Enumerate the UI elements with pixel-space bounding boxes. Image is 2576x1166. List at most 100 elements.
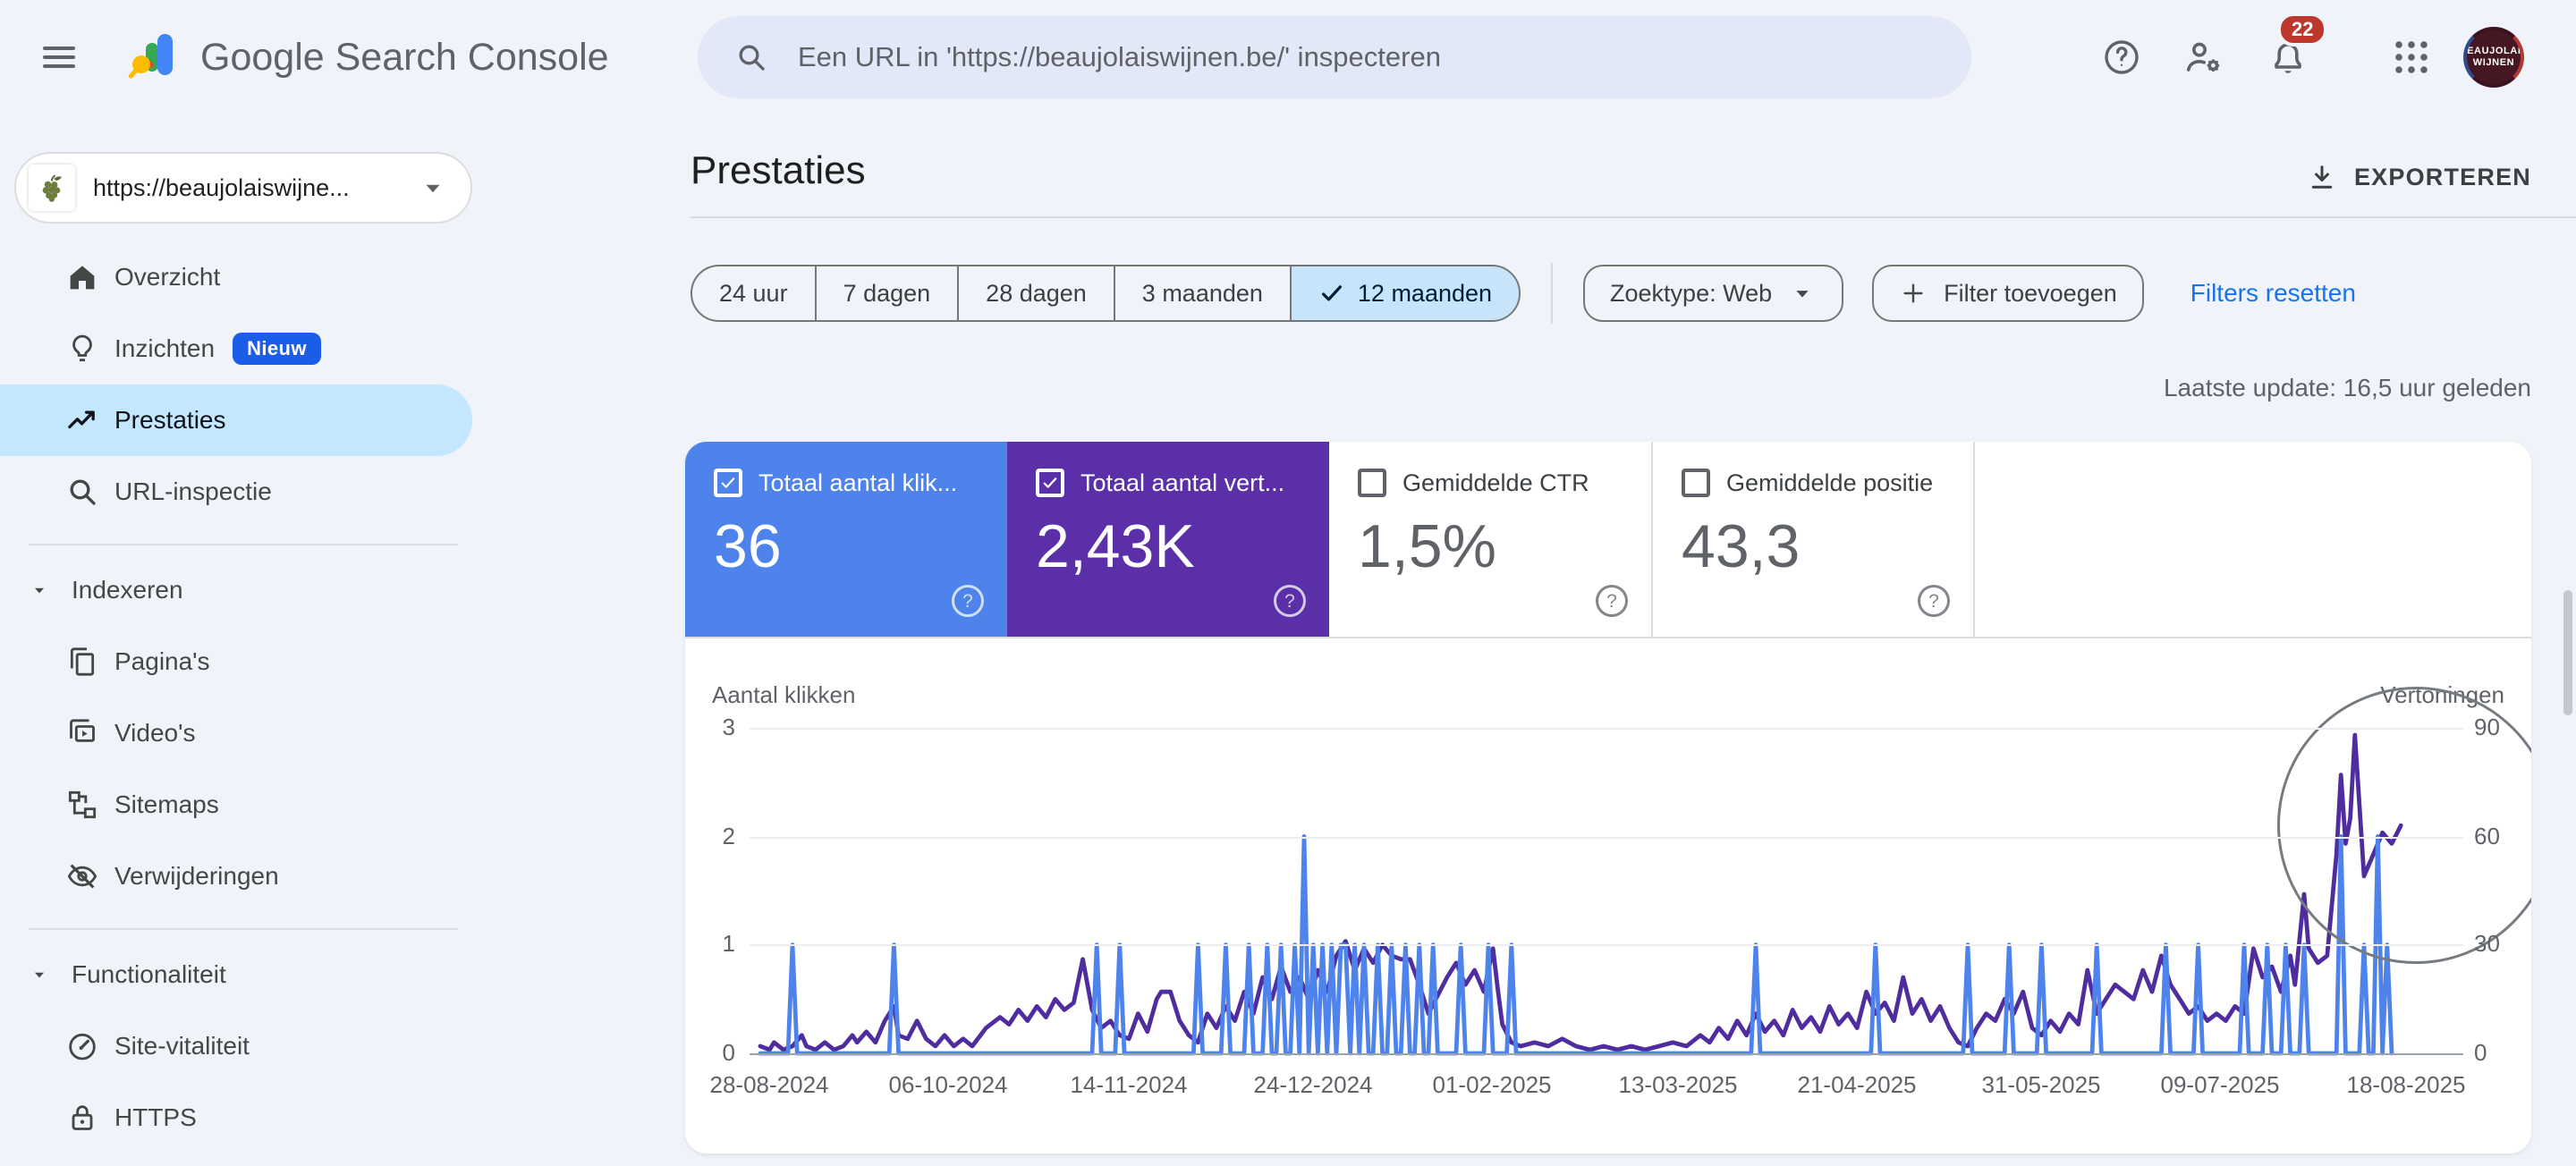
- notification-count-badge[interactable]: 22: [2277, 13, 2327, 46]
- right-axis-tick: 30: [2474, 930, 2500, 958]
- sidebar-item-pagina-s[interactable]: Pagina's: [0, 626, 487, 697]
- sidebar-item-url-inspectie[interactable]: URL-inspectie: [0, 456, 487, 528]
- page-title: Prestaties: [691, 148, 866, 193]
- sidebar-section-indexeren[interactable]: Indexeren: [0, 554, 487, 626]
- x-axis-tick: 01-02-2025: [1411, 1071, 1572, 1099]
- left-axis-tick: 2: [685, 823, 735, 850]
- date-range-3-maanden[interactable]: 3 maanden: [1114, 266, 1290, 320]
- date-range-24-uur[interactable]: 24 uur: [692, 266, 815, 320]
- x-axis-tick: 28-08-2024: [689, 1071, 850, 1099]
- metric-value: 36: [714, 511, 979, 581]
- chevron-down-icon: [1788, 279, 1817, 308]
- checked-checkbox[interactable]: [1036, 469, 1064, 497]
- gauge-icon: [64, 1028, 100, 1064]
- filter-separator: [1551, 263, 1553, 324]
- sidebar-item-site-vitaliteit[interactable]: Site-vitaliteit: [0, 1010, 487, 1082]
- metric-label: Totaal aantal klik...: [758, 469, 957, 497]
- cards-row-filler: [1973, 442, 2531, 637]
- lightbulb-icon: [64, 331, 100, 367]
- export-button[interactable]: EXPORTEREN: [2306, 161, 2531, 193]
- sidebar-divider: [29, 544, 458, 545]
- metric-label: Gemiddelde CTR: [1402, 469, 1589, 497]
- search-placeholder: Een URL in 'https://beaujolaiswijnen.be/…: [798, 41, 1441, 73]
- help-icon[interactable]: [2100, 36, 2143, 79]
- gridline: [750, 837, 2463, 839]
- left-axis-tick: 0: [685, 1039, 735, 1067]
- chevron-down-icon: [29, 964, 50, 985]
- sidebar-divider: [29, 928, 458, 930]
- filter-bar: 24 uur7 dagen28 dagen3 maanden12 maanden…: [691, 263, 2356, 324]
- scrollbar-thumb[interactable]: [2563, 590, 2572, 715]
- metric-card-gemiddelde-ctr[interactable]: Gemiddelde CTR 1,5%?: [1329, 442, 1651, 637]
- date-range-28-dagen[interactable]: 28 dagen: [957, 266, 1114, 320]
- search-console-app: Google Search Console Een URL in 'https:…: [0, 0, 2576, 1166]
- add-filter-chip[interactable]: Filter toevoegen: [1872, 265, 2144, 322]
- left-axis-title: Aantal klikken: [712, 681, 855, 709]
- metric-cards-row: Totaal aantal klik...36?Totaal aantal ve…: [685, 442, 2531, 638]
- metric-value: 2,43K: [1036, 511, 1301, 581]
- performance-panel: Totaal aantal klik...36?Totaal aantal ve…: [685, 442, 2531, 1153]
- sidebar-item-video-s[interactable]: Video's: [0, 697, 487, 769]
- chevron-down-icon: [29, 579, 50, 601]
- top-bar: Google Search Console Een URL in 'https:…: [0, 0, 2576, 114]
- date-range-7-dagen[interactable]: 7 dagen: [815, 266, 958, 320]
- x-axis-tick: 18-08-2025: [2326, 1071, 2487, 1099]
- checked-checkbox[interactable]: [714, 469, 742, 497]
- apps-grid-icon[interactable]: [2390, 36, 2433, 79]
- help-icon[interactable]: ?: [952, 585, 984, 617]
- right-axis-tick: 60: [2474, 823, 2500, 850]
- download-icon: [2306, 161, 2338, 193]
- metric-card-totaal-aantal-klik[interactable]: Totaal aantal klik... 36?: [685, 442, 1007, 637]
- lock-icon: [64, 1100, 100, 1136]
- right-axis-tick: 0: [2474, 1039, 2487, 1067]
- x-axis-tick: 21-04-2025: [1776, 1071, 1937, 1099]
- reset-filters-link[interactable]: Filters resetten: [2190, 279, 2356, 308]
- date-range-selector: 24 uur7 dagen28 dagen3 maanden12 maanden: [691, 265, 1521, 322]
- unchecked-checkbox[interactable]: [1358, 469, 1386, 497]
- sidebar-item-verwijderingen[interactable]: Verwijderingen: [0, 841, 487, 912]
- metric-value: 43,3: [1682, 511, 1945, 581]
- grape-favicon: [29, 165, 75, 211]
- x-axis-tick: 06-10-2024: [868, 1071, 1029, 1099]
- user-settings-icon[interactable]: [2182, 36, 2225, 79]
- search-console-logo-icon: [127, 29, 184, 86]
- new-badge: Nieuw: [233, 333, 321, 365]
- sidebar-item-overzicht[interactable]: Overzicht: [0, 241, 487, 313]
- hamburger-menu-icon[interactable]: [38, 36, 80, 79]
- account-avatar[interactable]: BEAUJOLAIS WIJNEN: [2463, 27, 2524, 88]
- left-axis-tick: 3: [685, 714, 735, 741]
- right-axis-tick: 90: [2474, 714, 2500, 741]
- sidebar-item-https[interactable]: HTTPS: [0, 1082, 487, 1153]
- left-axis-tick: 1: [685, 930, 735, 958]
- help-icon[interactable]: ?: [1274, 585, 1306, 617]
- trend-icon: [64, 402, 100, 438]
- property-label: https://beaujolaiswijne...: [93, 174, 417, 202]
- gridline: [750, 728, 2463, 730]
- metric-label: Gemiddelde positie: [1726, 469, 1933, 497]
- sidebar-item-sitemaps[interactable]: Sitemaps: [0, 769, 487, 841]
- search-type-chip[interactable]: Zoektype: Web: [1583, 265, 1843, 322]
- pages-icon: [64, 644, 100, 680]
- unchecked-checkbox[interactable]: [1682, 469, 1710, 497]
- help-icon[interactable]: ?: [1596, 585, 1628, 617]
- metric-card-gemiddelde-positie[interactable]: Gemiddelde positie 43,3?: [1651, 442, 1973, 637]
- date-range-12-maanden[interactable]: 12 maanden: [1290, 266, 1519, 320]
- sitemap-icon: [64, 787, 100, 823]
- url-inspect-search-input[interactable]: Een URL in 'https://beaujolaiswijnen.be/…: [698, 16, 1971, 98]
- sidebar-nav: OverzichtInzichtenNieuwPrestatiesURL-ins…: [0, 241, 487, 1153]
- x-axis-line: [750, 1053, 2463, 1055]
- sidebar-section-functionaliteit[interactable]: Functionaliteit: [0, 939, 487, 1010]
- sidebar-item-inzichten[interactable]: InzichtenNieuw: [0, 313, 487, 384]
- x-axis-tick: 24-12-2024: [1233, 1071, 1394, 1099]
- x-axis-tick: 09-07-2025: [2140, 1071, 2301, 1099]
- metric-card-totaal-aantal-vert[interactable]: Totaal aantal vert... 2,43K?: [1007, 442, 1329, 637]
- sidebar-item-prestaties[interactable]: Prestaties: [0, 384, 472, 456]
- eye-off-icon: [64, 858, 100, 894]
- help-icon[interactable]: ?: [1918, 585, 1950, 617]
- metric-value: 1,5%: [1358, 511, 1623, 581]
- metric-label: Totaal aantal vert...: [1080, 469, 1284, 497]
- property-selector[interactable]: https://beaujolaiswijne...: [14, 152, 472, 224]
- app-title: Google Search Console: [200, 36, 609, 80]
- video-icon: [64, 715, 100, 751]
- chart-plot[interactable]: [750, 710, 2463, 1059]
